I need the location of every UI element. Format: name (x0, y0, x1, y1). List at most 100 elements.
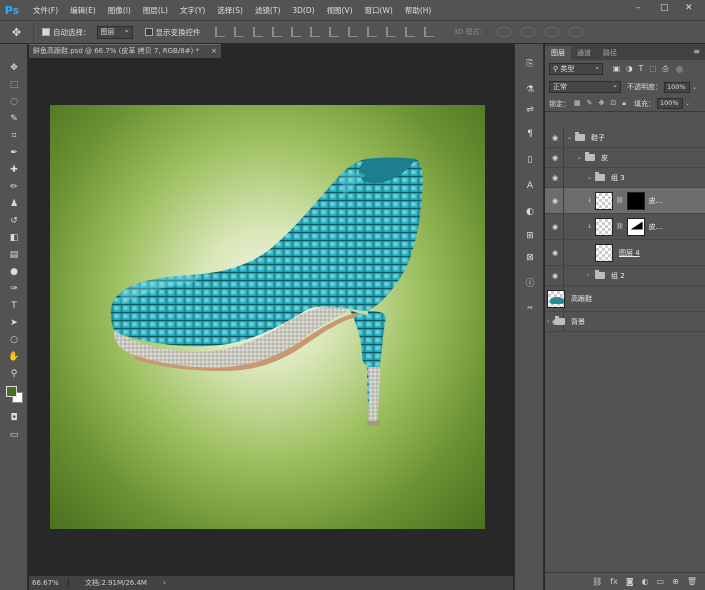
menu-window[interactable]: 窗口(W) (359, 5, 399, 16)
link-layers-icon[interactable]: ⛓ (592, 577, 602, 586)
auto-select-dropdown[interactable]: 图层 (96, 25, 133, 39)
eraser-icon[interactable]: ◧ (7, 232, 21, 244)
menu-3d[interactable]: 3D(D) (286, 6, 320, 15)
move-tool-icon[interactable]: ✥ (0, 22, 34, 42)
layer-thumbnail[interactable] (595, 191, 613, 210)
filter-smart-icon[interactable]: ⎙ (662, 64, 668, 74)
healing-icon[interactable]: ✚ (7, 164, 21, 176)
screen-mode-icon[interactable]: ▭ (7, 429, 21, 441)
close-window-button[interactable]: ✕ (685, 3, 693, 13)
path-select-icon[interactable]: ➤ (7, 317, 21, 329)
new-group-icon[interactable]: ▭ (657, 577, 665, 586)
chevron-right-icon[interactable]: › (587, 272, 595, 279)
adjust-icon[interactable]: ⇌ (523, 104, 537, 116)
menu-filter[interactable]: 滤镜(T) (249, 5, 286, 16)
add-mask-icon[interactable]: ◙ (626, 577, 634, 586)
lasso-icon[interactable]: ◌ (7, 96, 21, 108)
menu-file[interactable]: 文件(F) (27, 5, 64, 16)
align-bottom-icon[interactable] (252, 27, 263, 37)
distribute-bottom-icon[interactable] (366, 27, 377, 37)
tab-channels[interactable]: 通道 (571, 46, 597, 60)
zoom-level[interactable]: 66.67% (29, 579, 69, 587)
layer-mask-thumbnail[interactable] (626, 217, 645, 236)
timeline-icon[interactable]: ⑅ (523, 302, 537, 314)
marquee-icon[interactable]: ⬚ (7, 79, 21, 91)
properties-icon[interactable]: ⊠ (523, 252, 537, 264)
minimize-button[interactable]: – (636, 3, 641, 13)
panel-menu-icon[interactable]: ≡ (693, 47, 700, 56)
dodge-icon[interactable]: ● (7, 266, 21, 278)
link-icon[interactable]: ⛓ (616, 223, 624, 230)
stamp-icon[interactable]: ♟ (7, 198, 21, 210)
3d-slide-icon[interactable] (568, 27, 583, 37)
layer-row[interactable]: ◉ ⌄ 皮 (545, 148, 705, 168)
chevron-down-icon[interactable]: ⌄ (577, 154, 585, 161)
opacity-input[interactable]: 100% (664, 81, 690, 93)
zoom-icon[interactable]: ⚲ (7, 368, 21, 380)
3d-roll-icon[interactable] (520, 27, 535, 37)
history-brush-icon[interactable]: ↺ (7, 215, 21, 227)
align-top-icon[interactable] (214, 27, 225, 37)
status-menu-arrow[interactable]: › (163, 579, 166, 587)
eyedropper-icon[interactable]: ✒ (7, 147, 21, 159)
filter-toggle[interactable] (676, 65, 684, 73)
hand-icon[interactable]: ✋ (7, 351, 21, 363)
eye-icon[interactable]: ◉ (550, 174, 560, 182)
layer-thumbnail[interactable] (547, 289, 565, 308)
layer-row[interactable]: ◉ › 组 2 (545, 266, 705, 286)
filter-kind-dropdown[interactable]: ⚲ 类型 (549, 62, 603, 75)
lock-transparent-icon[interactable]: ▦ (574, 99, 581, 108)
quick-select-icon[interactable]: ✎ (7, 113, 21, 125)
foreground-color-swatch[interactable] (6, 386, 17, 397)
styles-icon[interactable]: ⊞ (523, 230, 537, 242)
menu-image[interactable]: 图像(I) (102, 5, 137, 16)
layer-row[interactable]: ◉ ↓ ⛓ 皮... (545, 214, 705, 240)
menu-select[interactable]: 选择(S) (211, 5, 249, 16)
move-icon[interactable]: ✥ (7, 62, 21, 74)
distribute-left-icon[interactable] (385, 27, 396, 37)
new-layer-icon[interactable]: ⊕ (672, 577, 679, 586)
auto-select-checkbox[interactable] (42, 28, 50, 36)
3d-rotate-icon[interactable] (496, 27, 511, 37)
layer-row[interactable]: ◉ ⌄ 鞋子 (545, 128, 705, 148)
quick-mask-icon[interactable]: ◘ (7, 412, 21, 424)
layer-mask-thumbnail[interactable] (626, 191, 645, 210)
blend-mode-dropdown[interactable]: 正常 (549, 80, 621, 93)
layer-style-icon[interactable]: fx (610, 577, 618, 586)
history-icon[interactable]: ⎘ (523, 58, 537, 70)
menu-layer[interactable]: 图层(L) (137, 5, 174, 16)
distribute-hcenter-icon[interactable] (404, 27, 415, 37)
layer-row[interactable]: ◉ 高跟鞋 (545, 286, 705, 312)
brush-icon[interactable]: ✏ (7, 181, 21, 193)
eye-icon[interactable]: ◉ (550, 272, 560, 280)
3d-pan-icon[interactable] (544, 27, 559, 37)
eye-icon[interactable]: ◉ (550, 197, 560, 205)
pen-icon[interactable]: ✑ (7, 283, 21, 295)
tab-layers[interactable]: 图层 (545, 46, 571, 60)
eye-icon[interactable]: ◉ (550, 134, 560, 142)
filter-type-icon[interactable]: T (639, 64, 644, 74)
lock-position-icon[interactable]: ✥ (599, 99, 605, 108)
chevron-down-icon[interactable]: ⌄ (567, 134, 575, 141)
fill-arrow-icon[interactable]: ⌄ (685, 100, 690, 107)
distribute-vcenter-icon[interactable] (347, 27, 358, 37)
chevron-down-icon[interactable]: ⌄ (587, 174, 595, 181)
document-tab[interactable]: 鲜鱼高跟鞋.psd @ 66.7% (皮革 拷贝 7, RGB/8#) * × (29, 44, 221, 58)
artboard[interactable] (50, 105, 485, 529)
lock-pixels-icon[interactable]: ✎ (587, 99, 593, 108)
fill-input[interactable]: 100% (656, 98, 683, 109)
align-hcenter-icon[interactable] (290, 27, 301, 37)
align-left-icon[interactable] (271, 27, 282, 37)
show-transform-checkbox[interactable] (144, 28, 153, 36)
brush-presets-icon[interactable]: ▯ (523, 154, 537, 166)
type-icon[interactable]: T (7, 300, 21, 312)
filter-shape-icon[interactable]: ⬚ (649, 64, 656, 74)
eye-icon[interactable]: ◉ (550, 249, 560, 257)
tab-paths[interactable]: 路径 (597, 46, 623, 60)
link-icon[interactable]: ⛓ (616, 197, 624, 204)
actions-icon[interactable]: ⚗ (523, 84, 537, 96)
lock-artboard-icon[interactable]: ⊡ (610, 99, 616, 108)
lock-all-icon[interactable]: 🔒︎ (622, 99, 626, 108)
align-vcenter-icon[interactable] (233, 27, 244, 37)
layer-row[interactable]: ◉ ⌄ 组 3 (545, 168, 705, 188)
